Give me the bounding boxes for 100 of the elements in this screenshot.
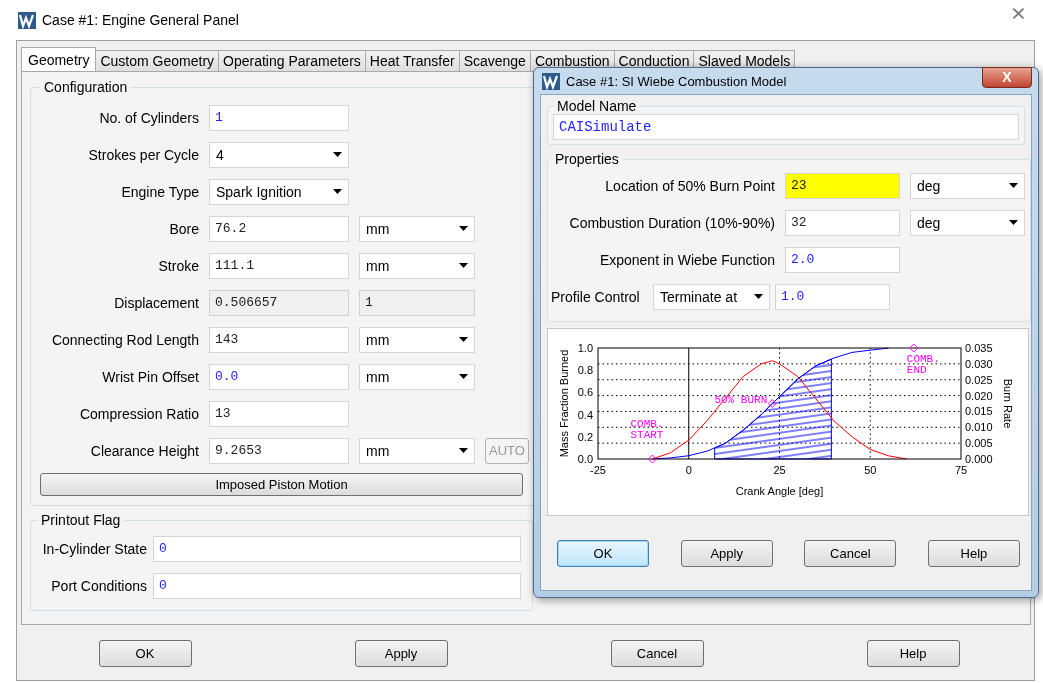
tick-label: 1.0	[577, 342, 593, 354]
input-field[interactable]: 23	[785, 172, 900, 199]
input-field[interactable]: 76.2	[209, 215, 349, 242]
logo-icon	[18, 11, 36, 29]
field-label: Connecting Rod Length	[50, 331, 199, 348]
tick-label: 0.0	[577, 453, 593, 465]
logo-icon	[542, 72, 560, 90]
dialog-button[interactable]: Cancel	[804, 540, 897, 567]
imposed-piston-motion-button[interactable]: Imposed Piston Motion	[40, 473, 523, 496]
tick-label: 0.2	[577, 430, 593, 443]
field-label: Exponent in Wiebe Function	[598, 251, 775, 268]
group-title: Configuration	[43, 79, 129, 95]
dropdown[interactable]: mm	[359, 252, 475, 279]
diamond-marker	[647, 454, 657, 464]
field-label: No. of Cylinders	[98, 109, 199, 126]
field-label: In-Cylinder State	[41, 540, 147, 557]
caret-icon	[459, 263, 468, 268]
input-field[interactable]: 2.0	[785, 246, 900, 273]
tab[interactable]: Scavenge	[458, 50, 531, 71]
dialog-button[interactable]: Apply	[354, 639, 448, 667]
dropdown[interactable]: deg	[910, 209, 1025, 236]
field-label: Bore	[168, 220, 199, 237]
dropdown[interactable]: 4	[209, 141, 349, 168]
caret-icon	[333, 189, 342, 194]
dialog-button[interactable]: OK	[557, 540, 649, 567]
tab[interactable]: Custom Geometry	[95, 50, 220, 71]
tick-label: 0.6	[577, 386, 593, 399]
tick-label: 0.8	[577, 364, 593, 377]
input-field[interactable]: 111.1	[209, 252, 349, 279]
axis-title: Mass Fraction Burned	[558, 349, 570, 458]
tick-label: 0.4	[577, 408, 593, 421]
input-field[interactable]: CAISimulate	[553, 114, 1019, 140]
window-title: Case #1: SI Wiebe Combustion Model	[566, 73, 788, 89]
tab[interactable]: Heat Transfer	[364, 50, 460, 71]
field-label: Displacement	[113, 294, 199, 311]
tick-label: 0.005	[965, 437, 993, 450]
field-label: Combustion Duration (10%-90%)	[568, 214, 775, 231]
caret-icon	[459, 226, 468, 231]
caret-icon	[459, 374, 468, 379]
tick-label: 50	[864, 464, 877, 476]
caret-icon	[459, 448, 468, 453]
input-field[interactable]: 1	[209, 104, 349, 131]
dialog-button[interactable]: Help	[866, 639, 960, 667]
diamond-marker	[767, 399, 777, 408]
window-title: Case #1: Engine General Panel	[42, 12, 240, 28]
field-label: Profile Control	[551, 288, 641, 305]
dropdown[interactable]: Terminate at	[653, 283, 770, 310]
diamond-marker	[909, 343, 919, 353]
tick-label: 25	[773, 464, 786, 476]
caret-icon	[1009, 183, 1018, 188]
group-title: Properties	[554, 151, 620, 167]
tick-label: 0.020	[965, 389, 993, 402]
tick-label: -25	[590, 464, 606, 476]
axis-title: Burn Rate	[1002, 378, 1014, 429]
dropdown[interactable]: mm	[359, 363, 475, 390]
input-field[interactable]: 0	[153, 572, 521, 599]
field-label: Compression Ratio	[78, 405, 199, 422]
chart-annotation: COMB. END	[906, 353, 940, 376]
field-label: Stroke	[157, 257, 199, 274]
close-button[interactable]: ⨯	[1010, 1, 1027, 25]
field-label: Strokes per Cycle	[87, 146, 199, 163]
tick-label: 0.015	[965, 405, 993, 418]
field-label: Engine Type	[120, 183, 199, 200]
dropdown[interactable]: deg	[910, 172, 1025, 199]
caret-icon	[1009, 220, 1018, 225]
input-field[interactable]: 13	[209, 400, 349, 427]
dialog-button[interactable]: Cancel	[610, 639, 704, 667]
input-field[interactable]: 1.0	[775, 283, 890, 310]
dropdown[interactable]: Spark Ignition	[209, 178, 349, 205]
tick-label: 75	[954, 464, 968, 476]
tab[interactable]: Geometry	[21, 47, 97, 71]
tick-label: 0.010	[965, 421, 993, 434]
tick-label: 0.030	[965, 357, 993, 370]
dialog-button[interactable]: OK	[98, 639, 192, 667]
input-field[interactable]: 0	[153, 535, 521, 562]
input-field[interactable]: 0.0	[209, 363, 349, 390]
field-label: Wrist Pin Offset	[101, 368, 199, 385]
dropdown[interactable]: mm	[359, 326, 475, 353]
tick-label: 0.025	[965, 373, 993, 386]
group-title: Printout Flag	[40, 512, 122, 528]
dialog-button[interactable]: Help	[927, 540, 1020, 567]
tab[interactable]: Operating Parameters	[218, 50, 366, 71]
chart-annotation: COMB. START	[630, 418, 664, 441]
input-field[interactable]: 32	[785, 209, 900, 236]
tick-label: 0.000	[965, 453, 993, 465]
input-field[interactable]: 9.2653	[209, 437, 349, 464]
axis-title: Crank Angle [deg]	[735, 485, 824, 497]
dropdown[interactable]: mm	[359, 215, 475, 242]
dropdown[interactable]: mm	[359, 437, 475, 464]
field-label: Port Conditions	[50, 577, 147, 594]
group-title: Model Name	[556, 98, 638, 114]
field-label: Clearance Height	[89, 442, 199, 459]
input-field[interactable]: 143	[209, 326, 349, 353]
caret-icon	[754, 294, 763, 299]
caret-icon	[333, 152, 342, 157]
dialog-button[interactable]: Apply	[680, 540, 773, 567]
chart-annotation: 50% BURN	[714, 393, 768, 406]
tick-label: 0	[685, 464, 692, 476]
tick-label: 0.035	[965, 342, 993, 354]
field-label: Location of 50% Burn Point	[604, 177, 775, 194]
